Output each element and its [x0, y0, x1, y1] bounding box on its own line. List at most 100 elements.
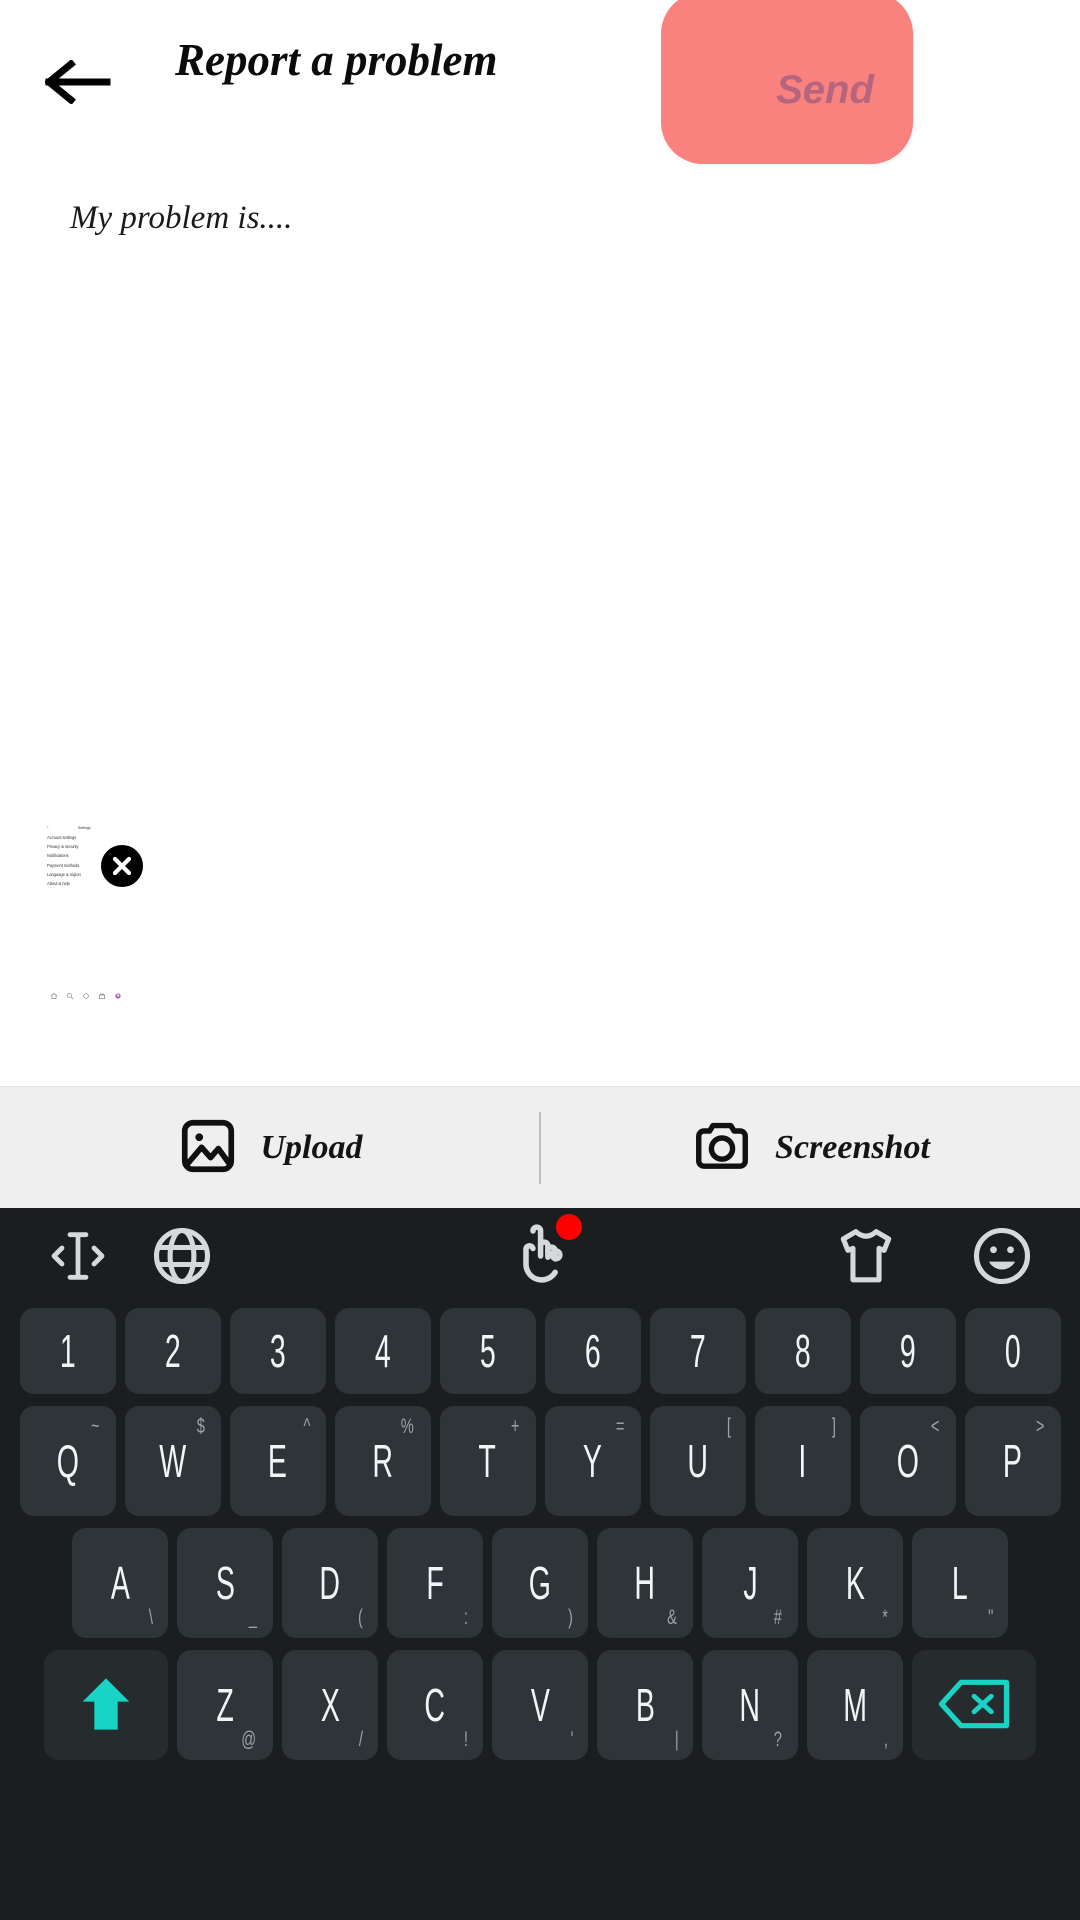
key-secondary-label: >	[1036, 1415, 1045, 1438]
send-button[interactable]: Send	[661, 0, 913, 164]
problem-description-input[interactable]: My problem is....	[70, 200, 292, 237]
key-secondary-label: ,	[884, 1728, 889, 1751]
key-label: 8	[794, 1325, 811, 1377]
send-button-label: Send	[776, 67, 874, 112]
upload-label: Upload	[260, 1129, 363, 1166]
key-secondary-label: "	[987, 1606, 993, 1629]
key-7[interactable]: 7	[649, 1308, 746, 1394]
key-secondary-label: @	[240, 1728, 256, 1751]
key-l[interactable]: L "	[912, 1528, 1008, 1638]
circle-icon	[83, 993, 89, 999]
screenshot-button[interactable]: Screenshot	[541, 1087, 1080, 1209]
key-c[interactable]: C!	[387, 1650, 483, 1760]
key-label: O	[896, 1435, 919, 1487]
key-a[interactable]: A \	[72, 1528, 168, 1638]
shift-arrow-icon	[78, 1673, 134, 1738]
key-label: Y	[582, 1435, 603, 1487]
key-label: S	[215, 1557, 235, 1609]
key-1[interactable]: 1	[19, 1308, 116, 1394]
gesture-typing-button[interactable]	[492, 1210, 588, 1306]
key-label: Q	[56, 1435, 79, 1487]
key-0[interactable]: 0	[964, 1308, 1061, 1394]
key-z[interactable]: Z @	[177, 1650, 273, 1760]
key-label: C	[424, 1679, 446, 1731]
compose-area[interactable]: My problem is.... ‹ Settings Account set…	[0, 172, 1080, 1086]
thumbnail-tabbar	[42, 992, 130, 1000]
keyboard-toolbar-right	[818, 1210, 1050, 1306]
thumbnail-list-item-label: Language & region	[47, 871, 81, 877]
key-v[interactable]: V '	[492, 1650, 588, 1760]
attachment-toolbar: Upload Screenshot	[0, 1086, 1080, 1209]
key-label: R	[372, 1435, 393, 1487]
backspace-key[interactable]	[912, 1650, 1036, 1760]
key-b[interactable]: B |	[597, 1650, 693, 1760]
key-r[interactable]: % R	[334, 1406, 431, 1516]
keyboard-theme-button[interactable]	[818, 1210, 914, 1306]
key-label: G	[528, 1557, 552, 1609]
key-e[interactable]: ^ E	[229, 1406, 326, 1516]
key-n[interactable]: N?	[702, 1650, 798, 1760]
screenshot-label: Screenshot	[775, 1129, 930, 1166]
key-9[interactable]: 9	[859, 1308, 956, 1394]
key-label: F	[426, 1557, 444, 1609]
key-8[interactable]: 8	[754, 1308, 851, 1394]
emoji-button[interactable]	[954, 1210, 1050, 1306]
key-i[interactable]: ] I	[754, 1406, 851, 1516]
key-secondary-label: [	[726, 1415, 731, 1438]
keyboard-rows: 1 2 3 4 5 6 7 8 9 0 ~ Q $ W ^ E % R + T = Y [U…	[0, 1308, 1080, 1760]
key-label: 5	[479, 1325, 496, 1377]
key-x[interactable]: X /	[282, 1650, 378, 1760]
upload-button[interactable]: Upload	[0, 1087, 539, 1209]
key-p[interactable]: > P	[964, 1406, 1061, 1516]
key-label: 7	[689, 1325, 706, 1377]
on-screen-keyboard: 1 2 3 4 5 6 7 8 9 0 ~ Q $ W ^ E % R + T = Y [U…	[0, 1208, 1080, 1920]
key-label: K	[845, 1557, 865, 1609]
keyboard-row-numbers: 1 2 3 4 5 6 7 8 9 0	[12, 1308, 1068, 1394]
key-m[interactable]: M,	[807, 1650, 903, 1760]
key-4[interactable]: 4	[334, 1308, 431, 1394]
key-label: U	[687, 1435, 708, 1487]
attachment-item[interactable]: ‹ Settings Account settings Privacy & se…	[42, 820, 147, 1006]
key-y[interactable]: = Y	[544, 1406, 641, 1516]
back-button[interactable]	[38, 42, 118, 122]
remove-attachment-button[interactable]	[97, 841, 147, 891]
key-k[interactable]: K *	[807, 1528, 903, 1638]
key-secondary-label: ?	[774, 1728, 783, 1751]
globe-icon	[148, 1222, 216, 1295]
key-f[interactable]: F:	[387, 1528, 483, 1638]
key-g[interactable]: G)	[492, 1528, 588, 1638]
key-h[interactable]: H &	[597, 1528, 693, 1638]
language-switch-button[interactable]	[134, 1210, 230, 1306]
key-secondary-label: $	[196, 1415, 205, 1438]
key-secondary-label: &	[667, 1606, 677, 1629]
key-label: Z	[216, 1679, 234, 1731]
key-label: L	[952, 1557, 968, 1609]
key-3[interactable]: 3	[229, 1308, 326, 1394]
close-circle-icon	[109, 853, 135, 879]
cursor-move-button[interactable]	[30, 1210, 126, 1306]
key-u[interactable]: [U	[649, 1406, 746, 1516]
key-j[interactable]: J #	[702, 1528, 798, 1638]
search-icon	[67, 993, 74, 1000]
key-label: P	[1002, 1435, 1023, 1487]
key-label: D	[319, 1557, 341, 1609]
key-t[interactable]: + T	[439, 1406, 536, 1516]
shift-key[interactable]	[44, 1650, 168, 1760]
key-secondary-label: _	[249, 1606, 258, 1629]
key-secondary-label: /	[359, 1728, 364, 1751]
key-w[interactable]: $ W	[124, 1406, 221, 1516]
key-secondary-label: !	[464, 1728, 469, 1751]
camera-icon	[691, 1115, 753, 1182]
key-o[interactable]: < O	[859, 1406, 956, 1516]
key-secondary-label: ~	[91, 1415, 100, 1438]
key-d[interactable]: D(	[282, 1528, 378, 1638]
key-s[interactable]: S _	[177, 1528, 273, 1638]
thumbnail-header-title: Settings	[77, 825, 91, 830]
keyboard-row-bottom: Z @ X / C! V ' B | N? M,	[12, 1650, 1068, 1760]
key-5[interactable]: 5	[439, 1308, 536, 1394]
key-6[interactable]: 6	[544, 1308, 641, 1394]
key-2[interactable]: 2	[124, 1308, 221, 1394]
thumbnail-back-chevron: ‹	[47, 825, 49, 830]
key-label: X	[320, 1679, 340, 1731]
key-q[interactable]: ~ Q	[19, 1406, 116, 1516]
